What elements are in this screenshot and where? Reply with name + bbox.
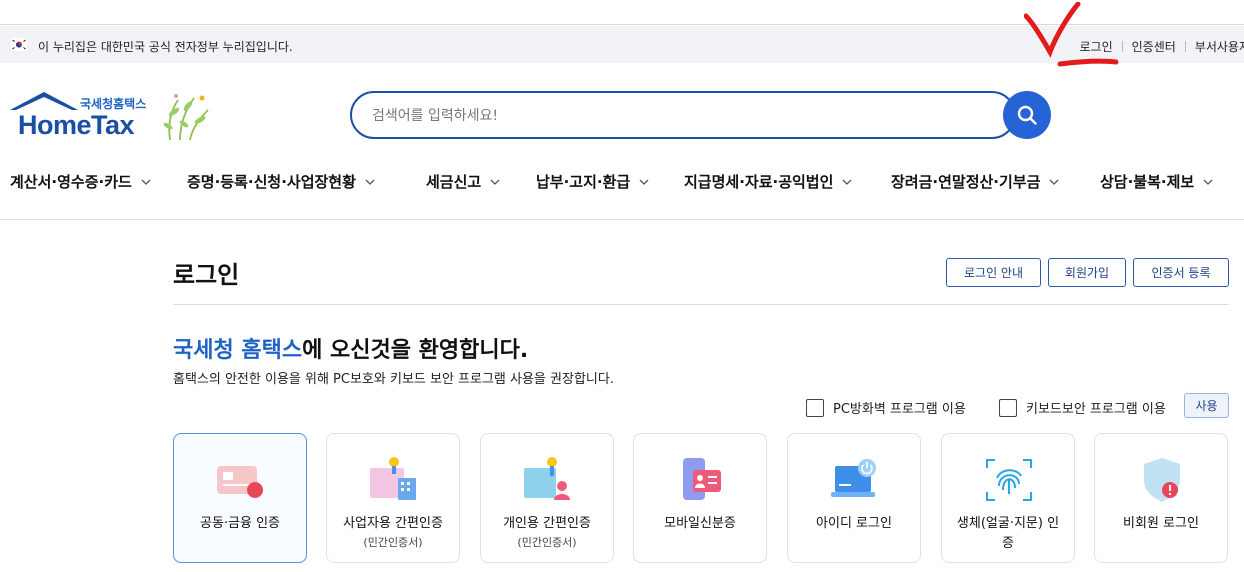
card-sublabel: (민간인증서) <box>363 536 423 549</box>
logo-wordmark: HomeTax <box>18 110 135 140</box>
security-notice: 홈택스의 안전한 이용을 위해 PC보호와 키보드 보안 프로그램 사용을 권장… <box>173 372 614 387</box>
login-link[interactable]: 로그인 <box>1080 38 1113 55</box>
login-card-personal-simple-auth[interactable]: 개인용 간편인증 (민간인증서) <box>480 433 614 563</box>
nav-payment-refund[interactable]: 납부·고지·환급 <box>536 171 649 192</box>
nav-label: 납부·고지·환급 <box>536 173 631 191</box>
register-certificate-button[interactable]: 인증서 등록 <box>1133 258 1229 287</box>
login-card-biometric[interactable]: 생체(얼굴·지문) 인증 <box>941 433 1075 563</box>
nav-label: 상담·불복·제보 <box>1100 173 1195 191</box>
shield-icon <box>1144 458 1180 502</box>
chevron-down-icon <box>842 179 852 185</box>
use-button[interactable]: 사용 <box>1184 393 1229 418</box>
nav-label: 장려금·연말정산·기부금 <box>891 173 1041 191</box>
cert-center-link[interactable]: 인증센터 <box>1132 38 1176 55</box>
dept-user-link[interactable]: 부서사용자 <box>1195 38 1244 55</box>
card-label: 모바일신분증 <box>664 516 736 531</box>
nav-label: 계산서·영수증·카드 <box>10 173 132 191</box>
business-simple-auth-icon <box>370 457 416 500</box>
mobile-id-icon <box>683 458 721 500</box>
nav-label: 증명·등록·신청·사업장현황 <box>187 173 356 191</box>
card-label: 사업자용 간편인증 <box>343 516 443 531</box>
chevron-down-icon <box>365 179 375 185</box>
nav-incentive-yearend[interactable]: 장려금·연말정산·기부금 <box>891 171 1059 192</box>
welcome-brand: 국세청 홈택스 <box>173 338 303 363</box>
card-label: 개인용 간편인증 <box>503 516 591 531</box>
fingerprint-icon <box>986 459 1032 501</box>
korea-flag-icon <box>11 38 27 51</box>
chevron-down-icon <box>141 179 151 185</box>
card-label: 아이디 로그인 <box>816 516 892 531</box>
chevron-down-icon <box>1049 179 1059 185</box>
keyboard-security-checkbox[interactable]: 키보드보안 프로그램 이용 <box>999 398 1166 417</box>
chevron-down-icon <box>639 179 649 185</box>
nav-consultation-report[interactable]: 상담·불복·제보 <box>1100 171 1213 192</box>
nav-invoice-receipt-card[interactable]: 계산서·영수증·카드 <box>10 171 151 192</box>
divider <box>173 304 1229 305</box>
checkbox[interactable] <box>806 398 824 417</box>
browser-top-strip <box>0 0 1244 25</box>
login-card-non-member[interactable]: 비회원 로그인 <box>1094 433 1228 563</box>
search-button[interactable] <box>1003 91 1051 139</box>
nav-payment-statement[interactable]: 지급명세·자료·공익법인 <box>684 171 852 192</box>
search-icon <box>1017 105 1037 125</box>
personal-simple-auth-icon <box>524 457 570 500</box>
login-card-id-login[interactable]: 아이디 로그인 <box>787 433 921 563</box>
card-label: 공동·금융 인증 <box>199 516 281 531</box>
divider <box>1121 41 1123 52</box>
signup-button[interactable]: 회원가입 <box>1048 258 1126 287</box>
nav-tax-filing[interactable]: 세금신고 <box>426 171 500 192</box>
nav-certificate-registration[interactable]: 증명·등록·신청·사업장현황 <box>187 171 375 192</box>
main-navigation: 계산서·영수증·카드 증명·등록·신청·사업장현황 세금신고 납부·고지·환급 … <box>0 166 1244 220</box>
login-card-business-simple-auth[interactable]: 사업자용 간편인증 (민간인증서) <box>326 433 460 563</box>
checkbox[interactable] <box>999 398 1017 417</box>
nav-label: 세금신고 <box>426 173 482 191</box>
checkbox-label: PC방화벽 프로그램 이용 <box>833 402 966 417</box>
pc-firewall-checkbox[interactable]: PC방화벽 프로그램 이용 <box>806 398 966 417</box>
chevron-down-icon <box>1203 179 1213 185</box>
card-sublabel: (민간인증서) <box>517 536 577 549</box>
certificate-card-icon <box>217 466 263 498</box>
welcome-heading: 국세청 홈택스에 오신것을 환영합니다. <box>173 332 528 364</box>
search-box <box>350 91 1016 139</box>
nav-label: 지급명세·자료·공익법인 <box>684 173 834 191</box>
divider <box>1184 41 1186 52</box>
login-guide-button[interactable]: 로그인 안내 <box>946 258 1041 287</box>
login-card-mobile-id[interactable]: 모바일신분증 <box>633 433 767 563</box>
card-label: 비회원 로그인 <box>1123 516 1199 531</box>
chevron-down-icon <box>490 179 500 185</box>
gov-banner-text: 이 누리집은 대한민국 공식 전자정부 누리집입니다. <box>38 40 293 54</box>
card-label: 생체(얼굴·지문) 인증 <box>956 516 1060 551</box>
laptop-power-icon <box>831 459 876 497</box>
login-card-joint-certificate[interactable]: 공동·금융 인증 <box>173 433 307 563</box>
utility-links: 로그인 인증센터 부서사용자 <box>1080 38 1244 55</box>
search-input[interactable] <box>372 105 972 127</box>
checkbox-label: 키보드보안 프로그램 이용 <box>1026 402 1166 417</box>
page-title: 로그인 <box>173 261 240 289</box>
welcome-text: 에 오신것을 환영합니다. <box>302 338 529 363</box>
